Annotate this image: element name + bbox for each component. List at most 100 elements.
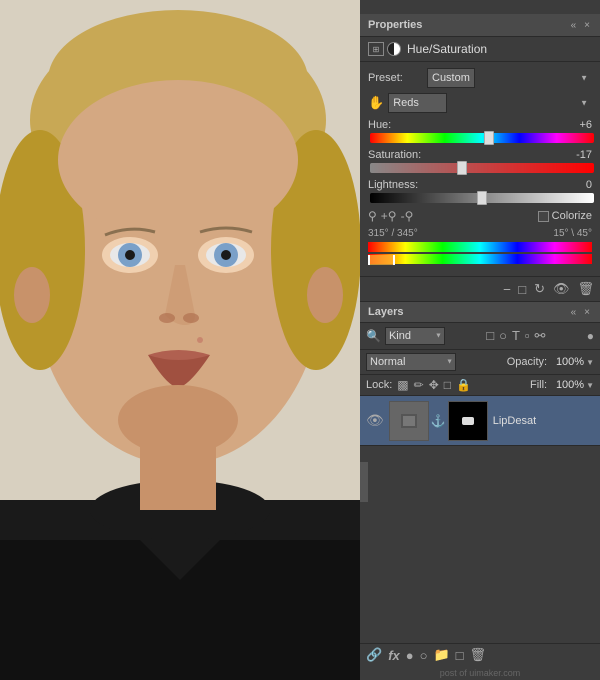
eyedropper-add-icon[interactable]: +⚲ bbox=[381, 209, 397, 223]
channel-hand-icon: ✋ bbox=[368, 95, 384, 111]
layer-link-icon[interactable]: 🔗 bbox=[366, 647, 382, 663]
properties-body: Preset: Custom Default ✋ Reds Master Yel… bbox=[360, 62, 600, 276]
adjustment-icon: ⊞ bbox=[368, 42, 401, 56]
saturation-slider-row: Saturation: -17 bbox=[368, 149, 592, 173]
mask-icon[interactable]: □ bbox=[518, 282, 526, 297]
lock-label: Lock: bbox=[366, 379, 392, 391]
properties-panel: Properties « × ⊞ Hue/Saturation Preset: bbox=[360, 14, 600, 302]
filter-icons: □ ○ T ▫ ⚯ bbox=[486, 328, 545, 344]
hue-slider-row: Hue: +6 bbox=[368, 119, 592, 143]
filter-type-icon[interactable]: T bbox=[512, 328, 520, 344]
filter-row: 🔍 Kind □ ○ T ▫ ⚯ ● bbox=[360, 323, 600, 350]
layers-panel-controls: « × bbox=[569, 307, 592, 318]
color-bar-markers bbox=[368, 254, 592, 266]
properties-panel-title: Properties bbox=[368, 19, 422, 31]
colorize-checkbox[interactable] bbox=[538, 211, 549, 222]
layers-collapse-button[interactable]: « bbox=[569, 307, 579, 318]
layers-close-button[interactable]: × bbox=[582, 307, 592, 318]
lock-artboard-icon[interactable]: □ bbox=[444, 378, 451, 392]
layer-mask-thumbnail bbox=[448, 401, 488, 441]
saturation-track[interactable] bbox=[370, 163, 594, 173]
filter-type-select[interactable]: Kind bbox=[385, 327, 445, 345]
delete-icon[interactable]: 🗑 bbox=[577, 281, 594, 297]
range-labels: 315° / 345° 15° \ 45° bbox=[368, 228, 592, 239]
eyedropper-remove-icon[interactable]: -⚲ bbox=[401, 209, 414, 223]
channel-row: ✋ Reds Master Yellows Greens Cyans Blues… bbox=[368, 93, 592, 113]
face-image bbox=[0, 0, 360, 680]
hue-label: Hue: bbox=[368, 119, 391, 131]
range-left-label: 315° / 345° bbox=[368, 228, 418, 239]
lock-all-icon[interactable]: 🔒 bbox=[456, 378, 471, 392]
properties-collapse-button[interactable]: « bbox=[569, 20, 579, 31]
eye-icon[interactable]: 👁 bbox=[553, 281, 570, 297]
lock-paint-icon[interactable]: ✏ bbox=[414, 378, 424, 392]
blend-mode-select[interactable]: Normal Multiply Screen Overlay bbox=[366, 353, 456, 371]
refresh-icon[interactable]: ↻ bbox=[534, 281, 545, 297]
layer-fx-icon[interactable]: fx bbox=[388, 648, 400, 663]
saturation-thumb[interactable] bbox=[457, 161, 467, 175]
layers-body: 🔍 Kind □ ○ T ▫ ⚯ ● bbox=[360, 323, 600, 666]
adjustment-title: Hue/Saturation bbox=[407, 42, 487, 56]
photo-area bbox=[0, 0, 360, 680]
layer-visibility-icon[interactable]: 👁 bbox=[366, 412, 384, 429]
color-bar-bottom-wrapper bbox=[368, 254, 592, 266]
properties-close-button[interactable]: × bbox=[582, 20, 592, 31]
layer-adjustment-icon[interactable]: ○ bbox=[420, 648, 428, 663]
range-right-label: 15° \ 45° bbox=[553, 228, 592, 239]
fill-row: Fill: 100% ▼ bbox=[530, 379, 594, 391]
properties-bottom-toolbar: ⎯ □ ↻ 👁 🗑 bbox=[360, 276, 600, 301]
preset-select[interactable]: Custom Default bbox=[427, 68, 475, 88]
opacity-label: Opacity: bbox=[507, 356, 547, 368]
opacity-dropdown-icon[interactable]: ▼ bbox=[586, 358, 594, 367]
lightness-value: 0 bbox=[567, 179, 592, 191]
hue-thumb[interactable] bbox=[484, 131, 494, 145]
layer-new-icon[interactable]: □ bbox=[456, 648, 464, 663]
lock-move-icon[interactable]: ✥ bbox=[429, 378, 439, 392]
right-panel: 思缘设计论坛 www.missyuan.com Properties « × ⊞… bbox=[360, 0, 600, 680]
layers-bottom-toolbar: 🔗 fx ● ○ 📁 □ 🗑 bbox=[360, 643, 600, 666]
layer-group-icon[interactable]: 📁 bbox=[433, 647, 449, 663]
hue-track[interactable] bbox=[370, 133, 594, 143]
apply-icon[interactable]: ⎯ bbox=[504, 281, 511, 297]
filter-shape-icon[interactable]: ▫ bbox=[525, 328, 530, 344]
saturation-label-row: Saturation: -17 bbox=[368, 149, 592, 161]
channel-select-wrapper: Reds Master Yellows Greens Cyans Blues M… bbox=[388, 93, 592, 113]
properties-panel-controls: « × bbox=[569, 20, 592, 31]
lock-icons: ▩ ✏ ✥ □ 🔒 bbox=[397, 378, 471, 392]
color-bar-top bbox=[368, 242, 592, 252]
colorize-label: Colorize bbox=[552, 210, 592, 222]
preset-select-wrapper: Custom Default bbox=[427, 68, 592, 88]
saturation-label: Saturation: bbox=[368, 149, 421, 161]
channel-select[interactable]: Reds Master Yellows Greens Cyans Blues M… bbox=[388, 93, 447, 113]
layer-delete-icon[interactable]: 🗑 bbox=[470, 647, 487, 663]
filter-type-wrapper: Kind bbox=[385, 327, 445, 345]
filter-smart-icon[interactable]: ⚯ bbox=[535, 328, 546, 344]
preset-label: Preset: bbox=[368, 72, 423, 84]
fill-label: Fill: bbox=[530, 379, 547, 391]
fill-dropdown-icon[interactable]: ▼ bbox=[586, 381, 594, 390]
layer-item[interactable]: 👁 ⚓ bbox=[360, 396, 600, 446]
filter-circle-icon[interactable]: ● bbox=[587, 329, 594, 343]
blend-mode-row: Normal Multiply Screen Overlay Opacity: … bbox=[360, 350, 600, 375]
lightness-track[interactable] bbox=[370, 193, 594, 203]
layer-mask-icon[interactable]: ● bbox=[406, 648, 414, 663]
filter-adjustment-icon[interactable]: ○ bbox=[499, 328, 507, 344]
eyedropper-icon[interactable]: ⚲ bbox=[368, 209, 377, 223]
layers-scroll-thumb[interactable] bbox=[360, 462, 368, 502]
filter-search-icon: 🔍 bbox=[366, 329, 381, 343]
layer-paint-thumbnail bbox=[389, 401, 429, 441]
lightness-label: Lightness: bbox=[368, 179, 418, 191]
lightness-slider-row: Lightness: 0 bbox=[368, 179, 592, 203]
properties-panel-header: Properties « × bbox=[360, 14, 600, 37]
layer-name: LipDesat bbox=[493, 415, 594, 427]
filter-pixel-icon[interactable]: □ bbox=[486, 328, 494, 344]
adjustment-circle-icon bbox=[387, 42, 401, 56]
lightness-label-row: Lightness: 0 bbox=[368, 179, 592, 191]
lock-transparent-icon[interactable]: ▩ bbox=[397, 378, 408, 392]
saturation-value: -17 bbox=[567, 149, 592, 161]
lightness-thumb[interactable] bbox=[477, 191, 487, 205]
layers-scrollbar[interactable] bbox=[360, 462, 368, 502]
layers-panel: Layers « × 🔍 Kind □ ○ T ▫ bbox=[360, 302, 600, 666]
fill-value: 100% bbox=[549, 379, 584, 391]
color-bar-container bbox=[368, 242, 592, 266]
